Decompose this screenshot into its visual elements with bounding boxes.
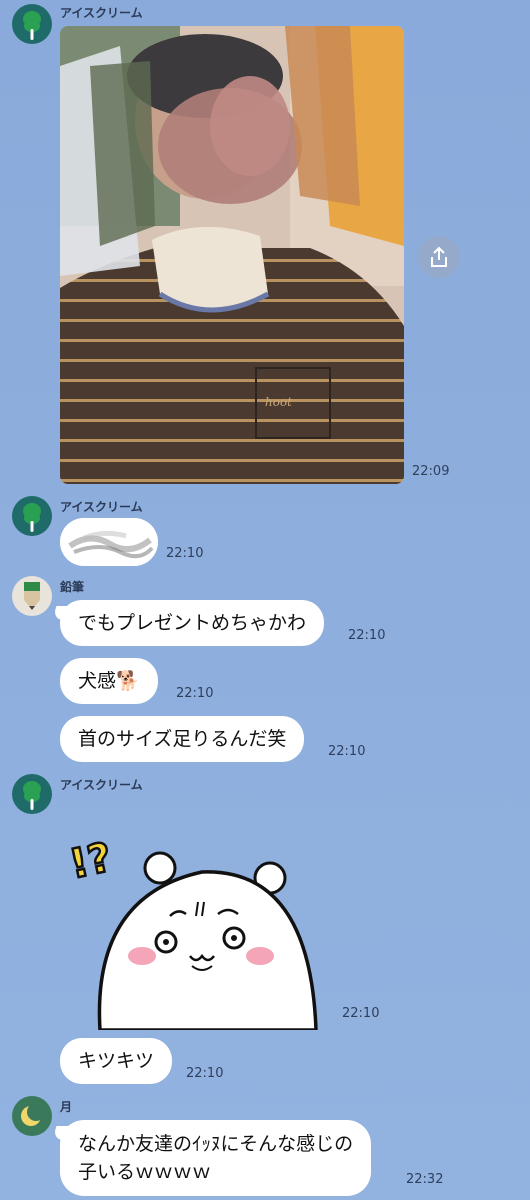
ice-cream-avatar-icon[interactable]	[12, 496, 52, 536]
message-time: 22:10	[328, 744, 366, 759]
sender-name: アイスクリーム	[60, 778, 143, 792]
message-bubble[interactable]: なんか友達のｲｯﾇにそんな感じの 子いるｗｗｗｗ	[60, 1120, 372, 1196]
shared-photo[interactable]: hoot	[60, 26, 404, 484]
sender-name: 月	[60, 1100, 73, 1114]
bear-sticker[interactable]: !?	[62, 806, 324, 1032]
message-bubble[interactable]: 犬感🐕	[60, 658, 158, 704]
pocket-logo-text: hoot	[265, 395, 292, 409]
blurred-sticker[interactable]	[60, 518, 158, 566]
surprise-mark-text: !?	[66, 834, 116, 888]
moon-avatar-icon[interactable]	[12, 1096, 52, 1136]
share-button[interactable]	[418, 236, 460, 278]
message-bubble[interactable]: でもプレゼントめちゃかわ	[60, 600, 325, 646]
message-bubble[interactable]: キツキツ	[60, 1038, 173, 1084]
message-time: 22:10	[348, 628, 386, 643]
message-time: 22:10	[176, 686, 214, 701]
message-time: 22:10	[166, 546, 204, 561]
message-time: 22:10	[342, 1006, 380, 1021]
message-time: 22:09	[412, 464, 450, 479]
message-time: 22:32	[406, 1172, 444, 1187]
chat-area: アイスクリーム hoot 22:09 アイスクリーム 22:10 鉛筆 でもプレ…	[0, 0, 530, 1200]
message-bubble[interactable]: 首のサイズ足りるんだ笑	[60, 716, 305, 762]
share-icon	[431, 246, 447, 267]
message-line-2: 子いるｗｗｗｗ	[78, 1161, 212, 1183]
sender-name: アイスクリーム	[60, 6, 143, 20]
sender-name: 鉛筆	[60, 580, 85, 594]
pencil-avatar-icon[interactable]	[12, 576, 52, 616]
sender-name: アイスクリーム	[60, 500, 143, 514]
ice-cream-avatar-icon[interactable]	[12, 4, 52, 44]
message-time: 22:10	[186, 1066, 224, 1081]
ice-cream-avatar-icon[interactable]	[12, 774, 52, 814]
message-line-1: なんか友達のｲｯﾇにそんな感じの	[78, 1133, 354, 1155]
